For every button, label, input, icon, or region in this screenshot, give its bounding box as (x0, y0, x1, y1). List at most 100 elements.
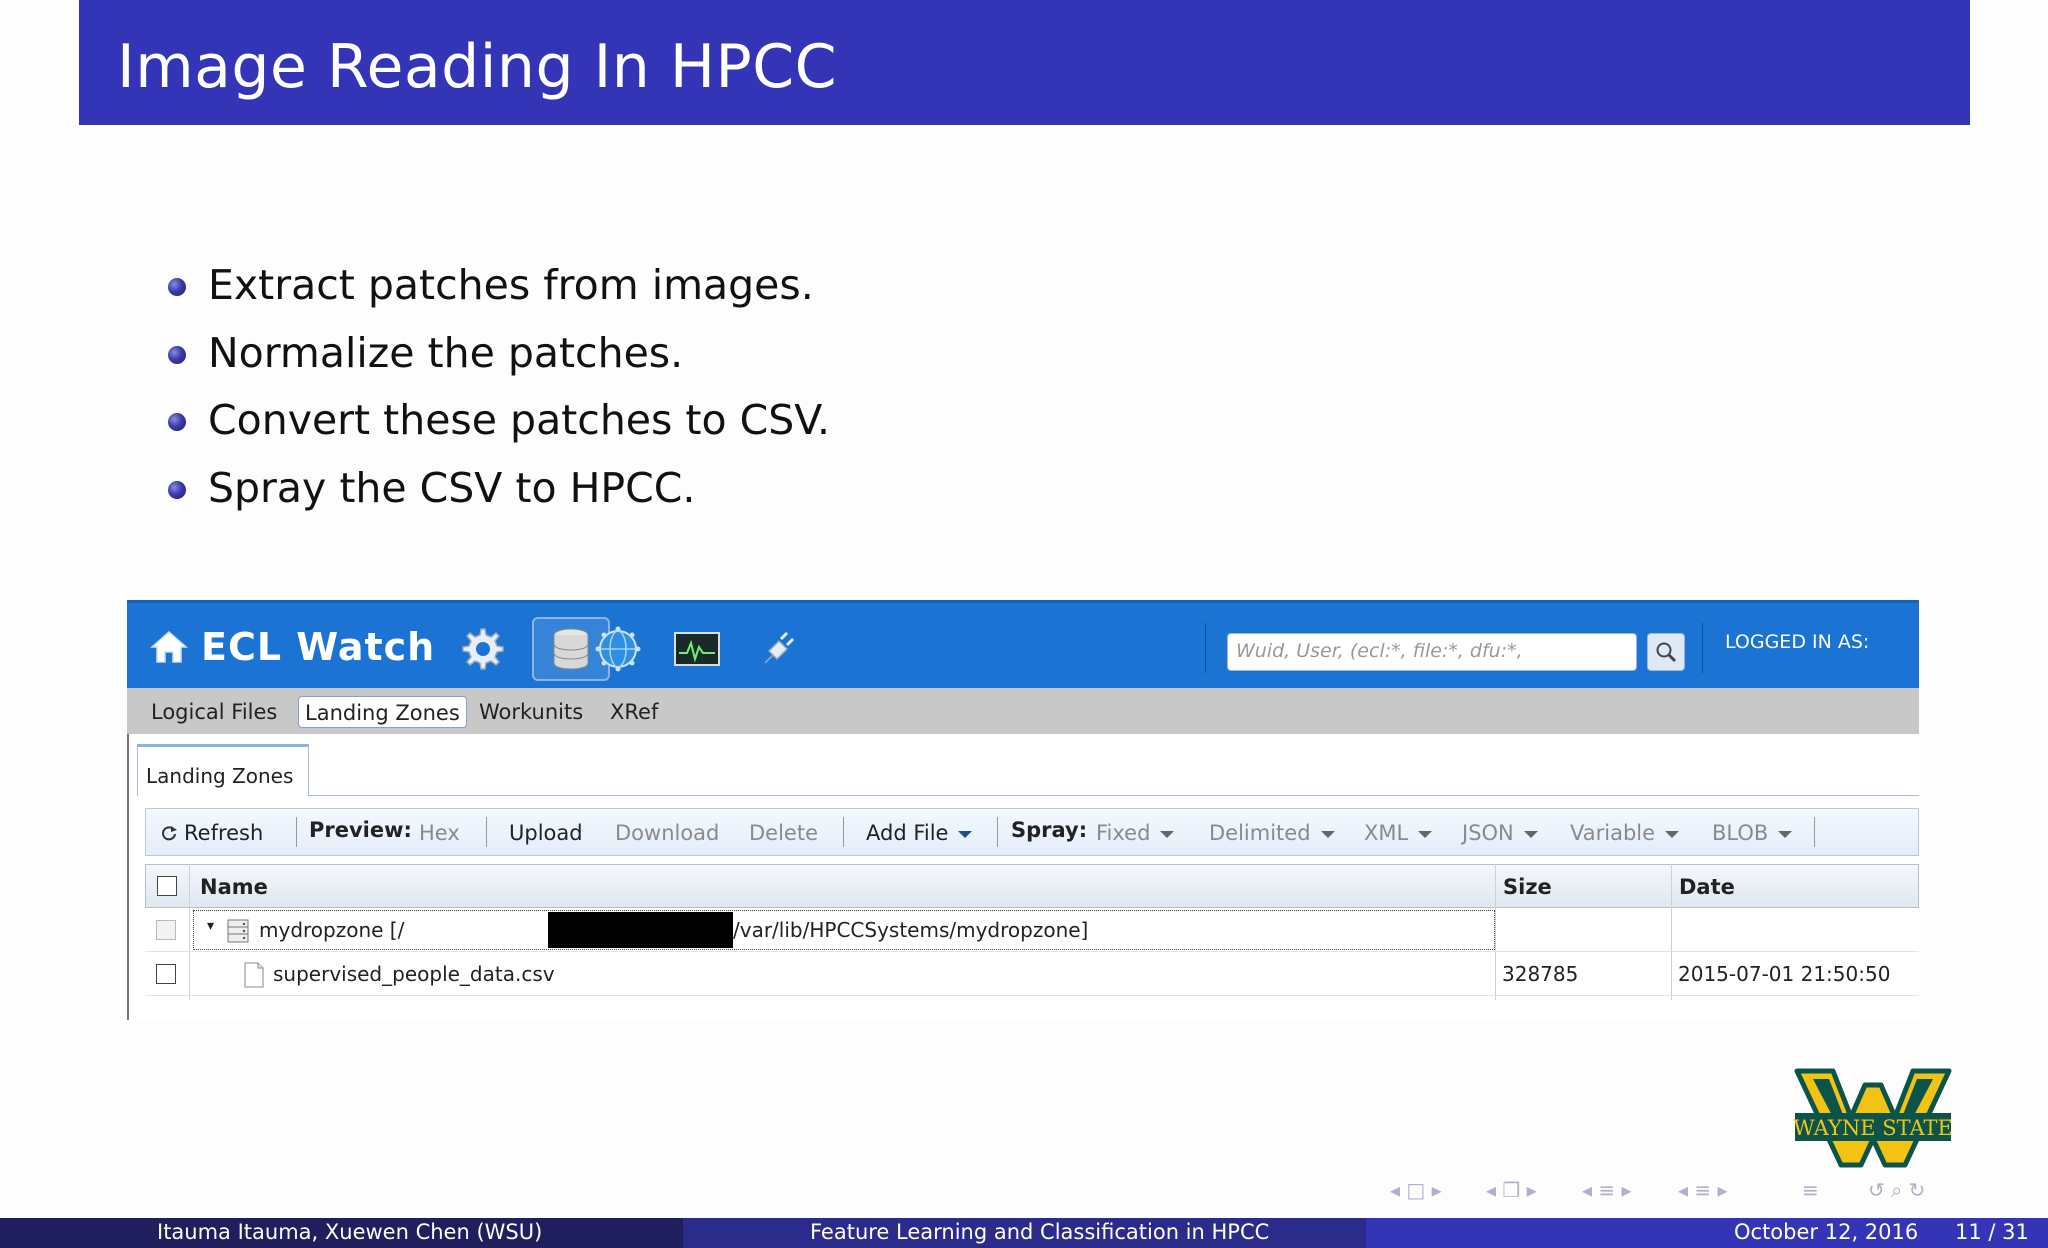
slide-title-bar: Image Reading In HPCC (79, 0, 1970, 125)
monitor-icon[interactable] (669, 621, 725, 677)
beamer-navigation: ◂ □ ▸ ◂ ❐ ▸ ◂ ≡ ▸ ◂ ≡ ▸ ≡ ↺ ⌕ ↻ (1390, 1178, 1990, 1204)
spray-delimited-dropdown[interactable]: Delimited (1209, 821, 1335, 845)
spray-variable-label: Variable (1570, 821, 1656, 845)
spray-fixed-label: Fixed (1096, 821, 1151, 845)
slide-footer: Itauma Itauma, Xuewen Chen (WSU) Feature… (0, 1218, 2048, 1248)
gear-icon[interactable] (453, 621, 509, 677)
nav-subsection-icon[interactable]: ◂ ❐ ▸ (1486, 1178, 1537, 1202)
add-file-dropdown[interactable]: Add File (866, 821, 973, 845)
file-icon (244, 962, 264, 988)
panel-tab-underline (309, 795, 1919, 796)
file-name[interactable]: supervised_people_data.csv (273, 962, 555, 986)
row-checkbox[interactable] (156, 964, 176, 984)
upload-button[interactable]: Upload (509, 821, 583, 845)
bullet-text: Spray the CSV to HPCC. (208, 463, 696, 512)
row-checkbox[interactable] (156, 920, 176, 940)
file-date: 2015-07-01 21:50:50 (1678, 962, 1891, 986)
table-row[interactable]: ▾ mydropzone [/ /var/lib/HPCCSystems/myd… (145, 908, 1919, 952)
globe-icon[interactable] (590, 621, 646, 677)
footer-authors: Itauma Itauma, Xuewen Chen (WSU) (157, 1220, 543, 1244)
slide-title: Image Reading In HPCC (117, 32, 837, 102)
toolbar-divider (843, 817, 844, 847)
hex-button[interactable]: Hex (419, 821, 460, 845)
delete-button[interactable]: Delete (749, 821, 818, 845)
bullet-text: Convert these patches to CSV. (208, 396, 831, 444)
search-input[interactable]: Wuid, User, (ecl:*, file:*, dfu:*, (1227, 633, 1637, 671)
chevron-down-icon (958, 830, 973, 838)
select-all-checkbox[interactable] (157, 876, 177, 896)
footer-center: Feature Learning and Classification in H… (683, 1218, 1366, 1248)
tab-workunits[interactable]: Workunits (473, 696, 589, 728)
spray-label: Spray: (1011, 818, 1088, 842)
nav-section-icon[interactable]: ◂ ≡ ▸ (1678, 1178, 1728, 1202)
spray-variable-dropdown[interactable]: Variable (1570, 821, 1680, 845)
ecl-tab-bar: Logical Files Landing Zones Workunits XR… (127, 688, 1919, 734)
column-date[interactable]: Date (1679, 875, 1735, 899)
dropzone-name-prefix: mydropzone [/ (259, 918, 405, 942)
tab-landing-zones[interactable]: Landing Zones (298, 696, 467, 728)
chevron-down-icon (1160, 830, 1175, 838)
toolbar-divider (997, 817, 998, 847)
refresh-label: Refresh (184, 821, 264, 845)
bullet-dot-icon (168, 278, 186, 296)
chevron-down-icon (1418, 830, 1433, 838)
bullet-list: Extract patches from images. Normalize t… (165, 255, 830, 525)
spray-fixed-dropdown[interactable]: Fixed (1096, 821, 1175, 845)
download-button[interactable]: Download (615, 821, 719, 845)
landing-zone-grid: Name Size Date ▾ mydropzone [/ /var/lib/… (145, 864, 1919, 1000)
bullet-item: Normalize the patches. (165, 323, 830, 391)
footer-talk-title: Feature Learning and Classification in H… (810, 1220, 1270, 1244)
panel-tab-landing-zones[interactable]: Landing Zones (137, 744, 309, 796)
chevron-down-icon (1320, 830, 1335, 838)
column-size[interactable]: Size (1503, 875, 1552, 899)
nav-toc-icon[interactable]: ≡ (1802, 1178, 1819, 1202)
file-size: 328785 (1502, 962, 1579, 986)
logo-wordmark: WAYNE STATE (1793, 1116, 1953, 1140)
tab-logical-files[interactable]: Logical Files (145, 696, 283, 728)
column-name[interactable]: Name (200, 875, 268, 899)
app-title: ECL Watch (201, 625, 436, 669)
landing-zone-toolbar: Refresh Preview: Hex Upload Download Del… (145, 808, 1919, 856)
refresh-button[interactable]: Refresh (160, 821, 263, 845)
bullet-item: Extract patches from images. (165, 255, 830, 323)
nav-undo-search-redo-icon[interactable]: ↺ ⌕ ↻ (1868, 1178, 1925, 1202)
search-icon (1656, 642, 1677, 663)
plug-icon[interactable] (749, 621, 805, 677)
chevron-down-icon (1778, 830, 1793, 838)
bullet-dot-icon (168, 345, 186, 364)
ecl-watch-screenshot: ECL Watch Wuid, User, (ecl:*, file:*, df… (127, 600, 1919, 1020)
spray-blob-dropdown[interactable]: BLOB (1712, 821, 1793, 845)
redacted-block (548, 912, 733, 948)
dropzone-server-icon (227, 919, 249, 943)
header-divider (1702, 623, 1703, 673)
bullet-text: Extract patches from images. (208, 261, 814, 309)
tab-xref[interactable]: XRef (604, 696, 664, 728)
bullet-item: Spray the CSV to HPCC. (165, 458, 830, 526)
home-icon[interactable] (149, 629, 189, 665)
spray-xml-dropdown[interactable]: XML (1364, 821, 1433, 845)
nav-frame-prev-icon[interactable]: ◂ □ ▸ (1390, 1178, 1442, 1202)
grid-header: Name Size Date (145, 864, 1919, 908)
add-file-label: Add File (866, 821, 949, 845)
spray-delimited-label: Delimited (1209, 821, 1311, 845)
bullet-dot-icon (168, 480, 186, 499)
footer-right: October 12, 2016 11 / 31 (1366, 1218, 2048, 1248)
spray-json-label: JSON (1462, 821, 1514, 845)
footer-left: Itauma Itauma, Xuewen Chen (WSU) (0, 1218, 683, 1248)
chevron-down-icon (1665, 830, 1680, 838)
spray-blob-label: BLOB (1712, 821, 1769, 845)
expand-triangle-icon[interactable]: ▾ (207, 918, 214, 934)
footer-page-number: 11 / 31 (1955, 1220, 2029, 1244)
refresh-icon (162, 826, 177, 841)
panel-tab-label: Landing Zones (146, 764, 294, 788)
search-button[interactable] (1647, 633, 1685, 671)
table-row[interactable]: supervised_people_data.csv 328785 2015-0… (145, 952, 1919, 996)
nav-section-icon[interactable]: ◂ ≡ ▸ (1582, 1178, 1632, 1202)
toolbar-divider (1814, 817, 1815, 847)
spray-json-dropdown[interactable]: JSON (1462, 821, 1538, 845)
dropzone-name-suffix: /var/lib/HPCCSystems/mydropzone] (733, 918, 1089, 942)
preview-label: Preview: (309, 818, 412, 842)
chevron-down-icon (1523, 830, 1538, 838)
toolbar-divider (486, 817, 487, 847)
toolbar-divider (296, 817, 297, 847)
